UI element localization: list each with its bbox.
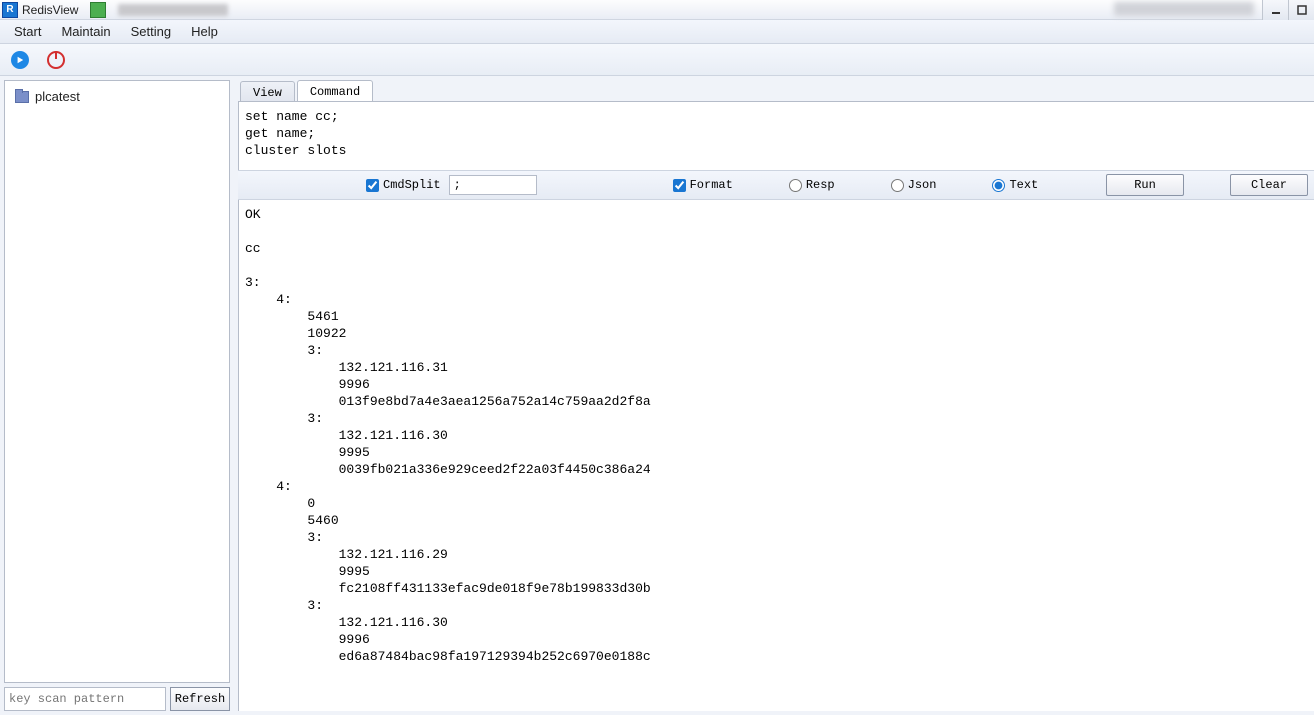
cmdsplit-control[interactable]: CmdSplit bbox=[366, 178, 441, 192]
output-area[interactable]: OK cc 3: 4: 5461 10922 3: 132.121.116.31… bbox=[238, 200, 1314, 711]
blurred-controls bbox=[1114, 2, 1254, 16]
text-label: Text bbox=[1009, 178, 1038, 192]
sidebar: plcatest Refresh bbox=[4, 80, 230, 711]
tree-item[interactable]: plcatest bbox=[9, 87, 225, 106]
content-area: View Command set name cc; get name; clus… bbox=[238, 80, 1314, 711]
connection-tree[interactable]: plcatest bbox=[4, 80, 230, 683]
minimize-button[interactable] bbox=[1262, 0, 1288, 20]
resp-radio-control[interactable]: Resp bbox=[789, 178, 835, 192]
clear-button[interactable]: Clear bbox=[1230, 174, 1308, 196]
menubar: Start Maintain Setting Help bbox=[0, 20, 1314, 44]
run-button[interactable]: Run bbox=[1106, 174, 1184, 196]
text-radio[interactable] bbox=[992, 179, 1005, 192]
cmdsplit-checkbox[interactable] bbox=[366, 179, 379, 192]
resp-radio[interactable] bbox=[789, 179, 802, 192]
power-icon bbox=[47, 51, 65, 69]
cmdsplit-label: CmdSplit bbox=[383, 178, 441, 192]
menu-help[interactable]: Help bbox=[181, 21, 228, 42]
menu-start[interactable]: Start bbox=[4, 21, 51, 42]
run-tool-button[interactable] bbox=[8, 48, 32, 72]
tab-command[interactable]: Command bbox=[297, 80, 373, 101]
app-icon: R bbox=[2, 2, 18, 18]
toolbar bbox=[0, 44, 1314, 76]
blurred-subtitle bbox=[118, 4, 228, 16]
split-char-input[interactable] bbox=[449, 175, 537, 195]
format-control[interactable]: Format bbox=[673, 178, 733, 192]
key-scan-pattern-input[interactable] bbox=[4, 687, 166, 711]
main-area: plcatest Refresh View Command set name c… bbox=[0, 76, 1314, 715]
resp-label: Resp bbox=[806, 178, 835, 192]
tree-item-label: plcatest bbox=[35, 89, 80, 104]
tab-view[interactable]: View bbox=[240, 81, 295, 101]
stop-tool-button[interactable] bbox=[44, 48, 68, 72]
json-radio-control[interactable]: Json bbox=[891, 178, 937, 192]
menu-maintain[interactable]: Maintain bbox=[51, 21, 120, 42]
app-title: RedisView bbox=[22, 3, 78, 17]
json-label: Json bbox=[908, 178, 937, 192]
command-input[interactable]: set name cc; get name; cluster slots bbox=[238, 102, 1314, 170]
format-checkbox[interactable] bbox=[673, 179, 686, 192]
text-radio-control[interactable]: Text bbox=[992, 178, 1038, 192]
refresh-button[interactable]: Refresh bbox=[170, 687, 230, 711]
database-icon bbox=[15, 91, 29, 103]
format-label: Format bbox=[690, 178, 733, 192]
tab-bar: View Command bbox=[238, 80, 1314, 102]
maximize-button[interactable] bbox=[1288, 0, 1314, 20]
menu-setting[interactable]: Setting bbox=[121, 21, 181, 42]
secondary-icon bbox=[90, 2, 106, 18]
controls-bar: CmdSplit Format Resp Json Text bbox=[238, 170, 1314, 200]
json-radio[interactable] bbox=[891, 179, 904, 192]
play-icon bbox=[11, 51, 29, 69]
titlebar: R RedisView bbox=[0, 0, 1314, 20]
